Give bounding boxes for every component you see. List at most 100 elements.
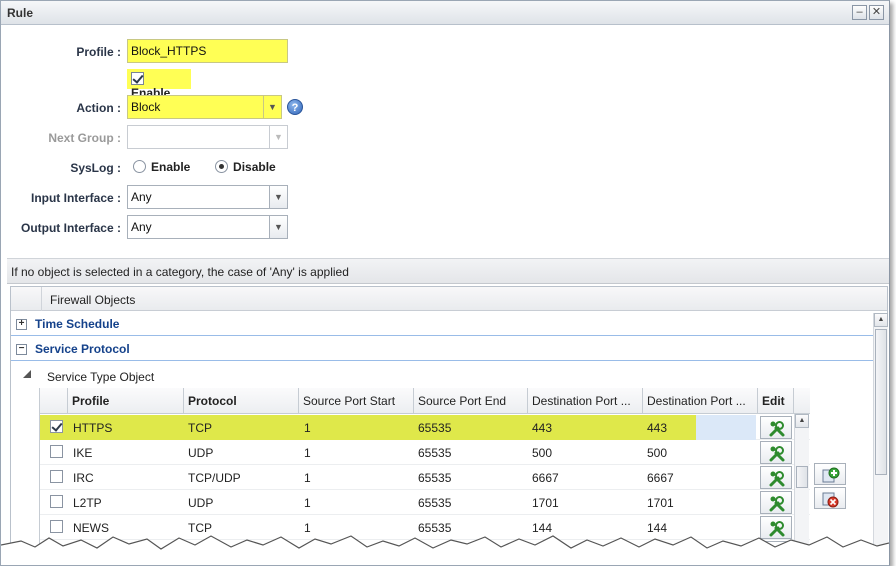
profile-value: Block_HTTPS (131, 44, 207, 58)
syslog-radio-group: Enable Disable (133, 160, 276, 174)
input-interface-select[interactable]: Any ▼ (127, 185, 288, 209)
grid-scrollbar[interactable]: ▲ (794, 414, 809, 565)
cell-protocol: TCP (188, 421, 212, 435)
cell-dst-end: 6667 (647, 471, 674, 485)
cell-protocol: UDP (188, 546, 214, 560)
row-checkbox[interactable] (50, 470, 63, 483)
cell-profile: IKE (73, 446, 93, 460)
chevron-down-icon[interactable]: ▼ (263, 95, 282, 119)
input-interface-value: Any (131, 190, 152, 204)
tree-header-label: Firewall Objects (50, 293, 136, 307)
column-header[interactable]: Source Port End (414, 388, 528, 414)
close-icon[interactable]: ✕ (869, 5, 884, 20)
row-checkbox[interactable] (50, 545, 63, 558)
grid-header: Profile Protocol Source Port Start Sourc… (40, 388, 810, 414)
cell-protocol: UDP (188, 496, 214, 510)
expand-plus-icon[interactable]: + (16, 319, 27, 330)
cell-profile: NEWS (73, 521, 109, 535)
edit-button[interactable] (760, 441, 792, 464)
syslog-disable-label: Disable (233, 160, 276, 174)
output-interface-select[interactable]: Any ▼ (127, 215, 288, 239)
chevron-down-icon[interactable]: ▼ (269, 185, 288, 209)
cell-src-end: 65535 (418, 446, 452, 460)
collapse-triangle-icon[interactable] (23, 370, 31, 378)
profile-label: Profile : (76, 45, 121, 59)
group-service-protocol[interactable]: − Service Protocol (11, 337, 873, 361)
output-interface-label: Output Interface : (20, 221, 121, 235)
row-checkbox[interactable] (50, 445, 63, 458)
service-grid: Profile Protocol Source Port Start Sourc… (39, 388, 810, 565)
cell-dst-end: 144 (647, 521, 668, 535)
enable-checkbox[interactable]: Enable (127, 69, 191, 100)
tree-scrollbar[interactable]: ▲ (873, 313, 888, 565)
row-checkbox[interactable] (50, 420, 63, 433)
output-interface-value: Any (131, 220, 152, 234)
minimize-icon[interactable]: – (852, 5, 867, 20)
cell-src-start: 1 (304, 521, 311, 535)
cell-dst-end: 500 (647, 446, 668, 460)
group-label: Service Protocol (35, 342, 130, 356)
cell-dst-start: 443 (532, 421, 553, 435)
scroll-thumb[interactable] (796, 466, 808, 488)
any-notice: If no object is selected in a category, … (7, 258, 889, 284)
cell-src-end: 65535 (418, 521, 452, 535)
enable-check-icon[interactable] (131, 72, 144, 85)
wrench-icon (769, 521, 785, 537)
cell-dst-end: 49 (647, 546, 661, 560)
cell-profile: IRC (73, 471, 94, 485)
wrench-icon (769, 546, 785, 562)
edit-button[interactable] (760, 416, 792, 439)
next-group-select[interactable]: ▼ (127, 125, 288, 149)
add-object-button[interactable] (814, 463, 846, 485)
scroll-thumb[interactable] (875, 329, 887, 475)
scroll-up-icon[interactable]: ▲ (795, 414, 809, 428)
row-checkbox[interactable] (50, 495, 63, 508)
delete-object-button[interactable] (814, 487, 846, 509)
edit-button[interactable] (760, 516, 792, 539)
chevron-down-icon[interactable]: ▼ (269, 215, 288, 239)
window-title: Rule (7, 6, 34, 20)
select-column-header (40, 388, 68, 414)
column-header: Edit (758, 388, 794, 414)
column-header[interactable]: Destination Port ... (643, 388, 758, 414)
delete-icon (822, 492, 839, 508)
row-checkbox[interactable] (50, 520, 63, 533)
column-header[interactable]: Source Port Start (299, 388, 414, 414)
action-label: Action : (76, 101, 121, 115)
column-header[interactable]: Protocol (184, 388, 299, 414)
chevron-down-icon[interactable]: ▼ (269, 125, 288, 149)
action-select[interactable]: Block ▼ (127, 95, 282, 119)
syslog-disable-radio[interactable] (215, 160, 229, 173)
column-header[interactable]: Profile (68, 388, 184, 414)
title-bar[interactable]: Rule – ✕ (1, 1, 889, 25)
collapse-minus-icon[interactable]: − (16, 344, 27, 355)
cell-dst-start: 500 (532, 446, 553, 460)
table-row[interactable]: IRC TCP/UDP 1 65535 6667 6667 (40, 465, 810, 490)
edit-button[interactable] (760, 491, 792, 514)
column-header[interactable]: Destination Port ... (528, 388, 643, 414)
table-row[interactable]: UDP 49 (40, 540, 810, 565)
group-time-schedule[interactable]: + Time Schedule (11, 312, 873, 336)
scroll-up-icon[interactable]: ▲ (874, 313, 888, 327)
cell-profile: L2TP (73, 496, 102, 510)
syslog-enable-radio[interactable] (133, 160, 146, 173)
table-row[interactable]: IKE UDP 1 65535 500 500 (40, 440, 810, 465)
firewall-objects-tree: Firewall Objects + Time Schedule − Servi… (10, 286, 888, 565)
cell-src-end: 65535 (418, 471, 452, 485)
wrench-icon (769, 446, 785, 462)
help-icon[interactable]: ? (287, 99, 303, 115)
table-row[interactable]: HTTPS TCP 1 65535 443 443 (40, 415, 810, 440)
cell-src-start: 1 (304, 496, 311, 510)
table-row[interactable]: NEWS TCP 1 65535 144 144 (40, 515, 810, 540)
cell-dst-start: 1701 (532, 496, 559, 510)
wrench-icon (769, 421, 785, 437)
service-type-object-node[interactable]: Service Type Object (11, 364, 873, 388)
table-row[interactable]: L2TP UDP 1 65535 1701 1701 (40, 490, 810, 515)
cell-protocol: UDP (188, 446, 214, 460)
cell-dst-start: 6667 (532, 471, 559, 485)
wrench-icon (769, 471, 785, 487)
profile-input[interactable]: Block_HTTPS (127, 39, 288, 63)
edit-button[interactable] (760, 466, 792, 489)
edit-button[interactable] (760, 541, 792, 564)
cell-dst-end: 1701 (647, 496, 674, 510)
